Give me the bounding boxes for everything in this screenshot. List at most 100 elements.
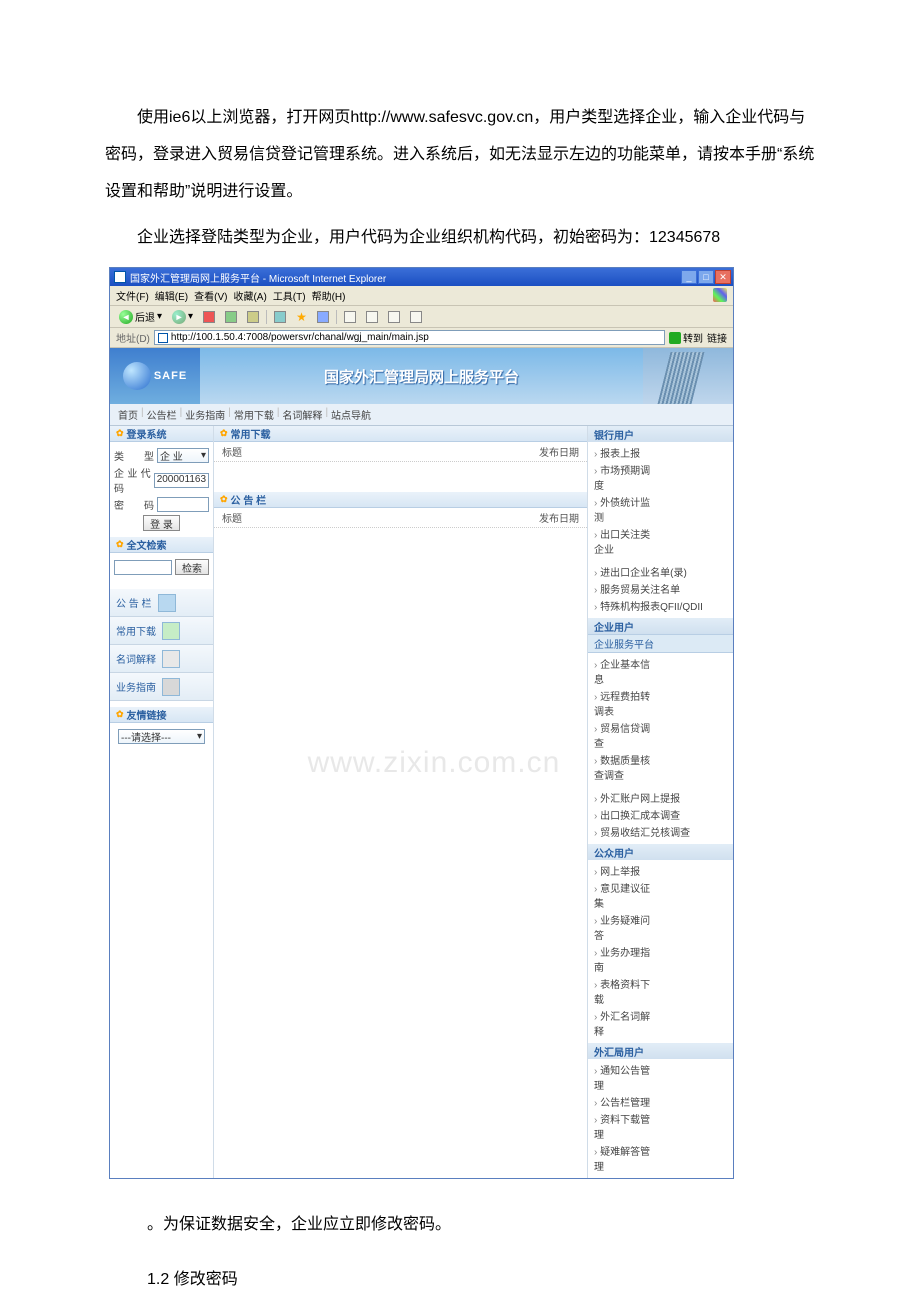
keyboard-icon: [162, 678, 180, 696]
notice-icon: [158, 594, 176, 612]
print-button[interactable]: [363, 310, 381, 324]
banner: SAFE 国家外汇管理局网上服务平台: [110, 348, 733, 404]
list-item[interactable]: 贸易收结汇兑核调查: [594, 823, 727, 840]
menu-favorites[interactable]: 收藏(A): [233, 288, 266, 303]
pen-icon: [162, 650, 180, 668]
star-icon: ✿: [116, 709, 124, 720]
history-button[interactable]: [314, 310, 332, 324]
list-item[interactable]: 出口换汇成本调查: [594, 806, 727, 823]
right-column: 银行用户 报表上报 市场预期调度 外债统计监测 出口关注类企业 进出口企业名单(…: [587, 426, 733, 1178]
search-button[interactable]: [271, 310, 289, 324]
list-item[interactable]: 特殊机构报表QFII/QDII: [594, 597, 727, 614]
middle-column: ✿常用下载 标题发布日期 ✿公 告 栏 标题发布日期: [214, 426, 587, 1178]
list-item[interactable]: 外汇账户网上提报: [594, 789, 727, 806]
nav-download[interactable]: 常用下载: [234, 407, 274, 422]
refresh-button[interactable]: [222, 310, 240, 324]
sidebar-tab-guide[interactable]: 业务指南: [110, 673, 213, 701]
download-list-header: 标题发布日期: [214, 442, 587, 462]
list-item[interactable]: 数据质量核查调查: [594, 751, 659, 783]
stop-button[interactable]: [200, 310, 218, 324]
favorites-button[interactable]: ★: [293, 309, 310, 325]
list-item[interactable]: 企业基本信息: [594, 655, 659, 687]
home-button[interactable]: [244, 310, 262, 324]
list-item[interactable]: 出口关注类企业: [594, 525, 659, 557]
nav-notice[interactable]: 公告栏: [147, 407, 177, 422]
code-label: 企业代码: [114, 465, 151, 495]
nav-glossary[interactable]: 名词解释: [282, 407, 322, 422]
list-item[interactable]: 服务贸易关注名单: [594, 580, 727, 597]
sidebar-tab-notice[interactable]: 公 告 栏: [110, 589, 213, 617]
list-item[interactable]: 疑难解答管理: [594, 1142, 659, 1174]
links-label[interactable]: 链接: [707, 330, 727, 345]
pwd-input[interactable]: [157, 497, 209, 512]
bank-user-list: 报表上报 市场预期调度 外债统计监测 出口关注类企业: [588, 442, 733, 561]
nav-guide[interactable]: 业务指南: [185, 407, 225, 422]
list-item[interactable]: 业务办理指南: [594, 943, 659, 975]
close-button[interactable]: ✕: [715, 270, 731, 284]
download-icon: [162, 622, 180, 640]
notice-section-header: ✿公 告 栏: [214, 492, 587, 508]
safe-block: SAFE: [110, 348, 200, 404]
discuss-button[interactable]: [407, 310, 425, 324]
list-item[interactable]: 市场预期调度: [594, 461, 659, 493]
list-item[interactable]: 外债统计监测: [594, 493, 659, 525]
menu-help[interactable]: 帮助(H): [312, 288, 346, 303]
edit-button[interactable]: [385, 310, 403, 324]
paragraph-1: 使用ie6以上浏览器，打开网页http://www.safesvc.gov.cn…: [105, 100, 815, 210]
list-item[interactable]: 通知公告管理: [594, 1061, 659, 1093]
search-input[interactable]: [114, 560, 172, 575]
nav-sitemap[interactable]: 站点导航: [331, 407, 371, 422]
pub-user-header: 公众用户: [588, 844, 733, 860]
window-title: 国家外汇管理局网上服务平台 - Microsoft Internet Explo…: [130, 270, 386, 285]
addressbar: 地址(D) http://100.1.50.4:7008/powersvr/ch…: [110, 328, 733, 348]
menu-file[interactable]: 文件(F): [116, 288, 149, 303]
chevron-down-icon: ▾: [201, 450, 206, 461]
list-item[interactable]: 意见建议征集: [594, 879, 659, 911]
list-item[interactable]: 远程费拍转调表: [594, 687, 659, 719]
list-item[interactable]: 业务疑难问答: [594, 911, 659, 943]
paragraph-2: 企业选择登陆类型为企业，用户代码为企业组织机构代码，初始密码为：12345678: [105, 220, 815, 257]
ie-logo-icon: [713, 288, 727, 302]
list-item[interactable]: 报表上报: [594, 444, 659, 461]
sidebar-tab-glossary[interactable]: 名词解释: [110, 645, 213, 673]
address-input[interactable]: http://100.1.50.4:7008/powersvr/chanal/w…: [154, 330, 665, 345]
safe-logo-icon: [123, 362, 151, 390]
search-button[interactable]: 检索: [175, 559, 209, 575]
links-select[interactable]: ---请选择---▾: [118, 729, 205, 744]
toolbar: ◄后退 ▾ ► ▾ ★: [110, 306, 733, 328]
bank-user-header: 银行用户: [588, 426, 733, 442]
admin-user-header: 外汇局用户: [588, 1043, 733, 1059]
maximize-button[interactable]: □: [698, 270, 714, 284]
back-button[interactable]: ◄后退 ▾: [116, 308, 165, 325]
list-item[interactable]: 资料下载管理: [594, 1110, 659, 1142]
list-item[interactable]: 网上举报: [594, 862, 659, 879]
type-select[interactable]: 企 业▾: [157, 448, 209, 463]
nav-home[interactable]: 首页: [118, 407, 138, 422]
app-icon: [114, 271, 126, 283]
search-panel: 检索: [110, 553, 213, 581]
list-item[interactable]: 外汇名词解释: [594, 1007, 659, 1039]
mail-button[interactable]: [341, 310, 359, 324]
type-label: 类 型: [114, 448, 154, 463]
menu-tools[interactable]: 工具(T): [273, 288, 306, 303]
star-icon: ✿: [220, 428, 228, 439]
forward-button[interactable]: ► ▾: [169, 309, 196, 325]
menubar: 文件(F) 编辑(E) 查看(V) 收藏(A) 工具(T) 帮助(H): [110, 286, 733, 306]
star-icon: ✿: [116, 539, 124, 550]
login-button[interactable]: 登 录: [143, 515, 180, 531]
menu-edit[interactable]: 编辑(E): [155, 288, 188, 303]
list-item[interactable]: 贸易信贷调查: [594, 719, 659, 751]
sidebar-tab-download[interactable]: 常用下载: [110, 617, 213, 645]
code-input[interactable]: 200001163: [154, 473, 209, 488]
list-item[interactable]: 公告栏管理: [594, 1093, 659, 1110]
section-1-2: 1.2 修改密码: [147, 1262, 815, 1297]
pwd-label: 密 码: [114, 497, 154, 512]
list-item[interactable]: 进出口企业名单(录): [594, 563, 727, 580]
minimize-button[interactable]: _: [681, 270, 697, 284]
menu-view[interactable]: 查看(V): [194, 288, 227, 303]
list-item[interactable]: 表格资料下载: [594, 975, 659, 1007]
notice-list-header: 标题发布日期: [214, 508, 587, 528]
banner-building-icon: [643, 348, 733, 404]
address-label: 地址(D): [116, 330, 150, 345]
go-button[interactable]: 转到: [669, 330, 703, 345]
